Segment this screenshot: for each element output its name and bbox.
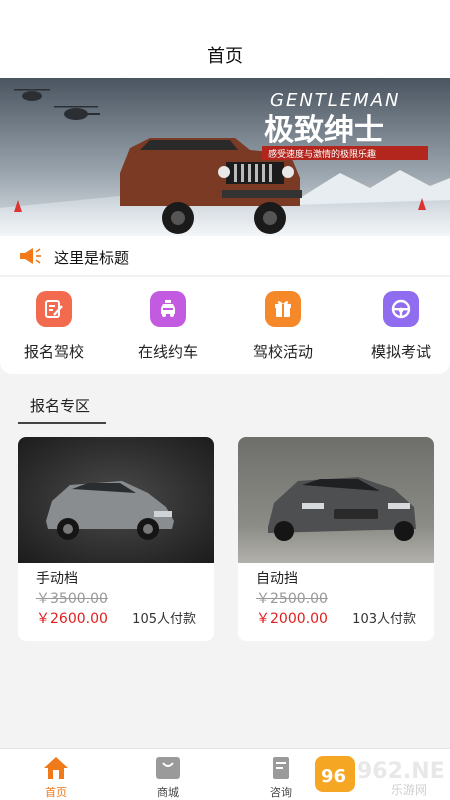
banner-headline-en: GENTLEMAN: [270, 90, 401, 111]
product-image: [238, 437, 434, 563]
quick-link-register-school[interactable]: 报名驾校: [4, 291, 104, 362]
tab-label: 商城: [157, 786, 179, 799]
tab-home[interactable]: 首页: [26, 755, 86, 800]
tab-registration[interactable]: 报名专区: [30, 395, 90, 416]
product-card-manual[interactable]: 手动档 ￥3500.00 ￥2600.00 105人付款: [18, 437, 214, 641]
banner[interactable]: GENTLEMAN 极致绅士 感受速度与激情的极限乐趣: [0, 78, 450, 236]
banner-tagline: 感受速度与激情的极限乐趣: [268, 148, 376, 160]
quick-link-label: 模拟考试: [370, 343, 431, 361]
megaphone-icon: [18, 246, 42, 266]
banner-image: GENTLEMAN 极致绅士 感受速度与激情的极限乐趣: [0, 78, 450, 236]
quick-link-school-activity[interactable]: 驾校活动: [233, 291, 333, 362]
quick-link-label: 报名驾校: [23, 343, 84, 361]
product-paid-count: 105人付款: [132, 612, 196, 627]
taxi-icon: [150, 291, 186, 327]
quick-link-book-car[interactable]: 在线约车: [118, 291, 218, 362]
tab-underline: [18, 422, 106, 424]
watermark-subtitle: 乐游网: [391, 783, 427, 796]
home-icon: [42, 755, 70, 781]
quick-links: 报名驾校 在线约车 驾校活动 模拟考试: [0, 277, 450, 374]
watermark-logo: 96 962.NET 乐游网: [313, 752, 450, 797]
product-image: [18, 437, 214, 563]
watermark-brand: 962.NET: [357, 759, 445, 784]
notice-bar[interactable]: 这里是标题: [0, 236, 450, 276]
consult-icon: [267, 755, 295, 781]
gift-icon: [265, 291, 301, 327]
steering-wheel-icon: [383, 291, 419, 327]
product-original-price: ￥2500.00: [256, 591, 328, 607]
product-name: 手动档: [36, 571, 78, 587]
edit-icon: [36, 291, 72, 327]
tab-label: 首页: [45, 786, 67, 799]
product-original-price: ￥3500.00: [36, 591, 108, 607]
banner-headline-cn: 极致绅士: [264, 113, 384, 148]
page-title: 首页: [207, 46, 243, 67]
product-card-automatic[interactable]: 自动挡 ￥2500.00 ￥2000.00 103人付款: [238, 437, 434, 641]
quick-link-label: 驾校活动: [252, 343, 313, 361]
product-paid-count: 103人付款: [352, 612, 416, 627]
section-tabs: 报名专区: [0, 382, 450, 424]
shopping-bag-icon: [154, 755, 182, 781]
notice-text: 这里是标题: [54, 249, 130, 267]
quick-link-label: 在线约车: [137, 343, 198, 361]
product-price: ￥2000.00: [256, 611, 328, 627]
tab-mall[interactable]: 商城: [138, 755, 198, 800]
product-name: 自动挡: [256, 571, 298, 587]
tab-label: 咨询: [270, 786, 292, 799]
product-price: ￥2600.00: [36, 611, 108, 627]
svg-text:96: 96: [321, 766, 346, 787]
registration-section: 报名专区 手动档 ￥3500.00 ￥2600.00 105人付款 自动挡 ￥2…: [0, 382, 450, 748]
tab-consult[interactable]: 咨询: [251, 755, 311, 800]
quick-link-mock-exam[interactable]: 模拟考试: [351, 291, 450, 362]
header: 首页: [0, 0, 450, 78]
